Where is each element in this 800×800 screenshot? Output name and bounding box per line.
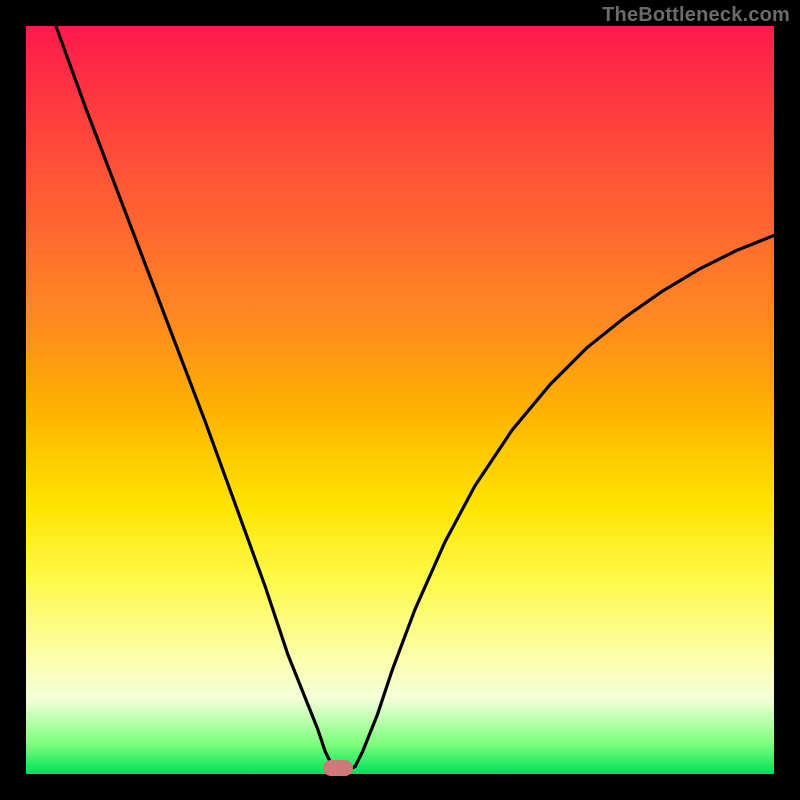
bottleneck-curve: [26, 26, 774, 774]
chart-frame: TheBottleneck.com: [0, 0, 800, 800]
plot-area: [26, 26, 774, 774]
minimum-marker: [323, 760, 353, 776]
watermark-text: TheBottleneck.com: [602, 4, 790, 27]
